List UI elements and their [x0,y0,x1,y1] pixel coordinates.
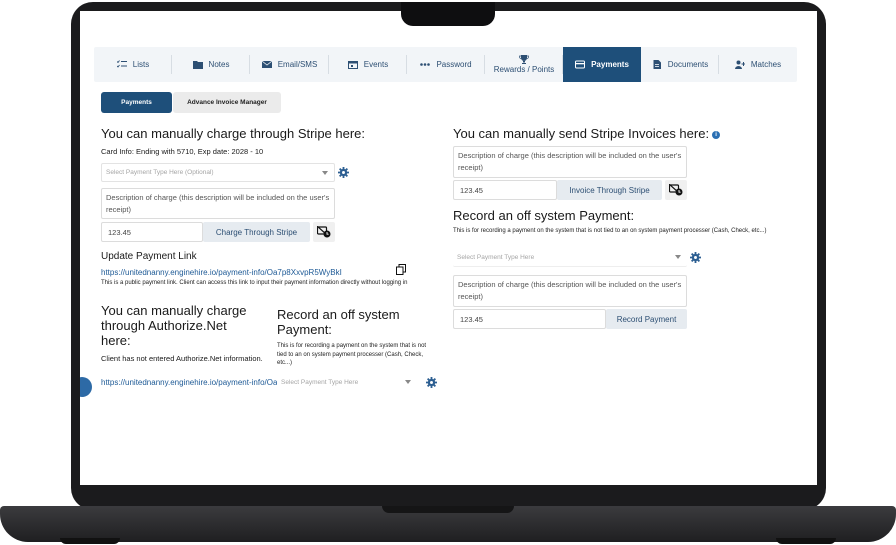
document-icon [653,60,661,69]
subtab-bar: Payments Advance Invoice Manager [101,92,281,113]
invoice-through-stripe-button[interactable]: Invoice Through Stripe [557,180,662,200]
tab-matches[interactable]: Matches [719,47,797,82]
offsystem-right-description[interactable]: Description of charge (this description … [453,275,687,307]
payment-link-url[interactable]: https://unitednanny.enginehire.io/paymen… [101,268,391,277]
stripe-charge-description[interactable]: Description of charge (this description … [101,188,335,219]
tab-documents[interactable]: Documents [641,47,719,82]
stripe-payment-type-select[interactable]: Select Payment Type Here (Optional) [101,163,335,182]
list-check-icon [116,60,127,68]
user-plus-icon [734,60,745,69]
stripe-invoice-heading-text: You can manually send Stripe Invoices he… [453,126,710,141]
card-clock-icon [669,184,683,196]
laptop-foot-left [60,538,120,544]
invoice-schedule-button[interactable] [665,180,687,200]
offsystem-left-select[interactable]: Select Payment Type Here [277,373,417,392]
offsystem-right-note: This is for recording a payment on the s… [453,228,767,234]
chevron-down-icon [322,171,328,175]
offsystem-left-note: This is for recording a payment on the s… [277,343,427,366]
copy-icon[interactable] [396,264,406,275]
payment-link-note: This is a public payment link. Client ca… [101,280,408,286]
stripe-invoice-heading: You can manually send Stripe Invoices he… [453,126,721,141]
tab-rewards-points[interactable]: Rewards / Points [485,47,563,82]
tab-lists[interactable]: Lists [94,47,172,82]
record-payment-button[interactable]: Record Payment [606,309,687,329]
tab-bar: Lists Notes Email/SMS Events Password Re… [94,47,797,82]
trophy-icon [519,55,529,64]
chevron-down-icon [675,255,681,259]
tab-rewards-points-label: Rewards / Points [493,65,555,74]
tab-password[interactable]: Password [407,47,485,82]
tab-payments[interactable]: Payments [563,47,641,82]
stripe-invoice-amount[interactable]: 123.45 [453,180,557,200]
laptop-frame: Lists Notes Email/SMS Events Password Re… [0,0,896,545]
tab-documents-label: Documents [667,60,709,69]
authorize-net-status: Client has not entered Authorize.Net inf… [101,354,263,363]
tab-email-sms[interactable]: Email/SMS [250,47,329,82]
info-icon[interactable]: i [712,130,721,139]
offsystem-right-heading: Record an off system Payment: [453,208,635,223]
password-dots-icon [420,63,431,66]
tab-password-label: Password [436,60,472,69]
stripe-invoice-description[interactable]: Description of charge (this description … [453,146,687,178]
tab-events[interactable]: Events [329,47,407,82]
credit-card-icon [575,60,586,69]
offsystem-left-select-placeholder: Select Payment Type Here [281,379,359,386]
card-info: Card Info: Ending with 5710, Exp date: 2… [101,147,264,156]
subtab-advance-invoice-manager[interactable]: Advance Invoice Manager [173,92,281,113]
subtab-payments[interactable]: Payments [101,92,172,113]
authorize-net-heading: You can manually charge through Authoriz… [101,303,247,348]
tab-notes-label: Notes [208,60,230,69]
screen: Lists Notes Email/SMS Events Password Re… [80,11,817,485]
tab-matches-label: Matches [750,60,782,69]
gear-icon[interactable] [690,252,701,263]
gear-icon[interactable] [338,167,349,178]
camera-notch [401,2,495,26]
gear-icon[interactable] [426,377,437,388]
offsystem-right-select[interactable]: Select Payment Type Here [453,248,687,267]
tab-notes[interactable]: Notes [172,47,250,82]
laptop-foot-right [776,538,836,544]
charge-through-stripe-button[interactable]: Charge Through Stripe [203,222,310,242]
payment-link-heading: Update Payment Link [101,251,197,262]
stripe-schedule-button[interactable] [313,222,335,242]
tab-payments-label: Payments [591,60,629,69]
tab-email-sms-label: Email/SMS [277,60,318,69]
folder-icon [192,61,203,69]
offsystem-left-heading: Record an off system Payment: [277,307,400,337]
offsystem-right-select-placeholder: Select Payment Type Here [457,253,535,261]
stripe-charge-amount[interactable]: 123.45 [101,222,203,242]
laptop-groove [382,506,514,513]
authorize-net-url[interactable]: https://unitednanny.enginehire.io/paymen… [101,378,277,387]
floating-help-button[interactable] [80,377,92,397]
tab-lists-label: Lists [132,60,150,69]
calendar-icon [347,61,358,69]
offsystem-right-amount[interactable]: 123.45 [453,309,606,329]
stripe-payment-type-placeholder: Select Payment Type Here (Optional) [106,169,214,176]
card-clock-icon [317,226,331,238]
chevron-down-icon [405,380,411,384]
tab-events-label: Events [363,60,389,69]
envelope-icon [261,60,272,68]
stripe-charge-heading: You can manually charge through Stripe h… [101,126,366,141]
